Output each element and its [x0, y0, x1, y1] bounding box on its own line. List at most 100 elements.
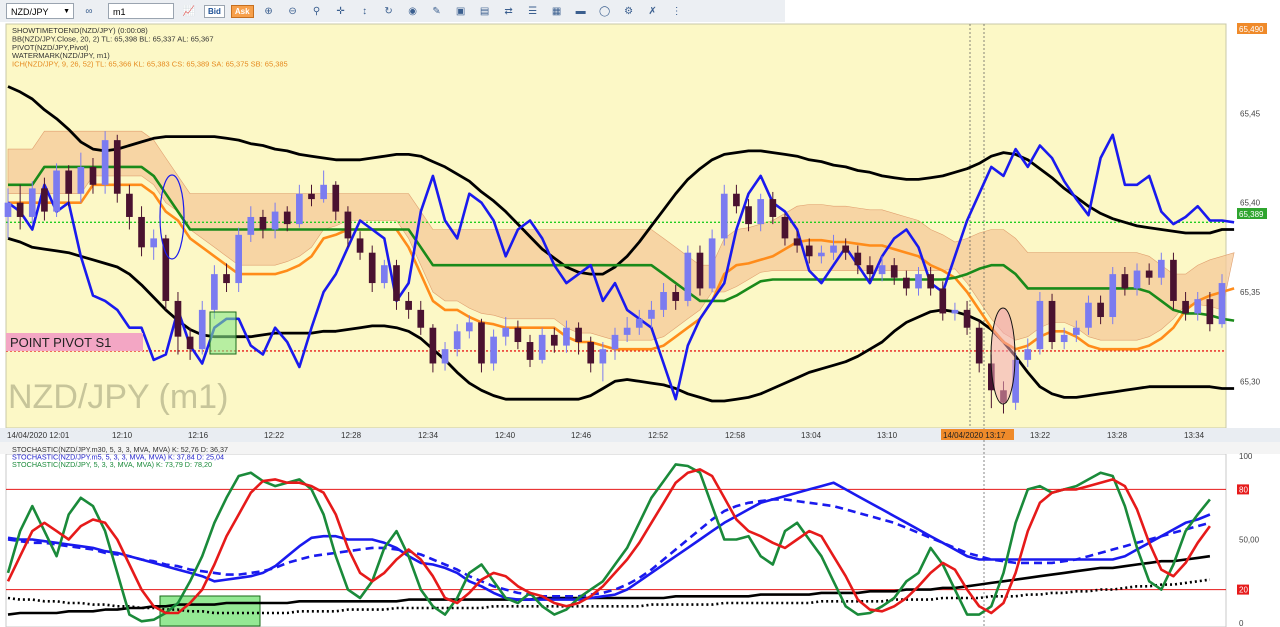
settings-icon[interactable]: ⚙ [620, 3, 638, 19]
time-tick: 13:22 [1030, 431, 1051, 440]
stochastic-legend-line: STOCHASTIC(NZD/JPY, 5, 3, 3, MVA, MVA) K… [12, 460, 212, 469]
trading-chart[interactable]: 65,45 65,40 65,35 65,30 12:10 12:16 12:22 12:28… [0, 22, 1280, 627]
candle-body [915, 274, 922, 289]
candle-body [1085, 302, 1092, 328]
candle-body [113, 140, 121, 194]
price-tick: 65,30 [1240, 377, 1261, 386]
candle-body [745, 206, 752, 225]
more-icon[interactable]: ⋮ [668, 3, 686, 19]
chart-toolbar: NZD/JPY ▼ ∞ m1 📈 Bid Ask ⊕ ⊖ ⚲ ✛ ↕ ↻ ◉ ✎ … [0, 0, 785, 23]
candle-body [587, 342, 595, 364]
candle-body [453, 331, 461, 350]
symbol-selector[interactable]: NZD/JPY ▼ [6, 3, 74, 19]
candle-body [757, 199, 765, 225]
candle-body [28, 188, 36, 217]
candle-body [77, 166, 85, 194]
price-tag-top: 65,490 [1239, 25, 1264, 34]
ask-button[interactable]: Ask [230, 4, 254, 18]
candle-body [1182, 300, 1189, 314]
time-tick: 12:40 [495, 431, 516, 440]
price-tick: 65,35 [1240, 288, 1261, 297]
arrows-icon[interactable]: ⇄ [500, 3, 518, 19]
candle-body [247, 216, 255, 235]
candle-body [441, 349, 449, 364]
price-tick: 65,45 [1240, 109, 1261, 118]
candle-body [405, 300, 412, 310]
list-icon[interactable]: ☰ [524, 3, 542, 19]
highlight-ellipse-2 [990, 307, 1016, 405]
crosshair-icon[interactable]: ✛ [332, 3, 350, 19]
candle-body [720, 193, 728, 239]
candle-body [235, 234, 242, 284]
candle-body [332, 184, 340, 212]
candle-body [186, 336, 194, 350]
pivot-label: POINT PIVOT S1 [10, 335, 111, 350]
timeframe-selector-value: m1 [113, 7, 126, 17]
time-tick: 12:46 [571, 431, 592, 440]
candle-body [611, 334, 619, 350]
time-tick: 12:28 [341, 431, 362, 440]
candle-body [623, 327, 631, 335]
candle-body [1121, 274, 1129, 289]
candle-body [89, 166, 97, 185]
candle-body [223, 274, 230, 284]
candle-body [538, 334, 546, 360]
candle-body [599, 349, 607, 364]
candle-body [478, 322, 485, 364]
zoom-out-icon[interactable]: ⊖ [284, 3, 302, 19]
candle-body [635, 318, 643, 328]
candle-body [830, 245, 837, 253]
pencil-icon[interactable]: ✎ [428, 3, 446, 19]
bid-button[interactable]: Bid [204, 4, 225, 18]
indicators-icon[interactable]: 📈 [180, 3, 198, 19]
candle-body [1024, 349, 1032, 360]
globe-icon[interactable]: ◉ [404, 3, 422, 19]
time-tick: 12:16 [188, 431, 209, 440]
candle-body [769, 199, 777, 217]
candle-body [890, 265, 898, 278]
magnifier-icon[interactable]: ⚲ [308, 3, 326, 19]
candle-body [138, 216, 145, 248]
candle-body [672, 292, 680, 301]
candle-body [211, 274, 218, 310]
candle-body [939, 288, 947, 314]
candle-body [320, 184, 327, 200]
candle-body [393, 265, 400, 301]
candle-body [550, 334, 558, 346]
chart-type-icon[interactable]: ∞ [80, 3, 98, 19]
candle-body [733, 193, 740, 207]
eraser-icon[interactable]: ✗ [644, 3, 662, 19]
image-icon[interactable]: ▣ [452, 3, 470, 19]
watermark: NZD/JPY (m1) [8, 378, 228, 416]
candle-body [198, 309, 206, 350]
highlight-box [209, 311, 237, 355]
candle-body [381, 265, 388, 284]
timeframe-selector[interactable]: m1 [108, 3, 174, 19]
candle-body [878, 265, 886, 275]
candle-body [490, 336, 497, 364]
time-tick: 13:04 [801, 431, 822, 440]
candle-body [781, 216, 789, 239]
ruler-icon[interactable]: ▬ [572, 3, 590, 19]
candle-body [575, 327, 582, 343]
candle-body [1218, 283, 1226, 325]
toolbar-spacer [785, 0, 1280, 22]
candle-body [41, 188, 48, 212]
stoch-tick: 0 [1239, 619, 1244, 627]
time-tick: 13:28 [1107, 431, 1128, 440]
candle-body [793, 238, 801, 246]
candle-body [805, 245, 813, 257]
candle-body [259, 216, 267, 230]
chart-icon[interactable]: ▤ [476, 3, 494, 19]
candle-body [951, 309, 959, 314]
grid-icon[interactable]: ▦ [548, 3, 566, 19]
first-time-label: 14/04/2020 12:01 [7, 431, 70, 440]
candle-body [866, 265, 874, 275]
candle-body [648, 309, 655, 319]
scroll-icon[interactable]: ↕ [356, 3, 374, 19]
time-tick: 13:10 [877, 431, 898, 440]
refresh-icon[interactable]: ↻ [380, 3, 398, 19]
zoom-in-icon[interactable]: ⊕ [260, 3, 278, 19]
candle-body [1097, 302, 1104, 318]
shape-icon[interactable]: ◯ [596, 3, 614, 19]
